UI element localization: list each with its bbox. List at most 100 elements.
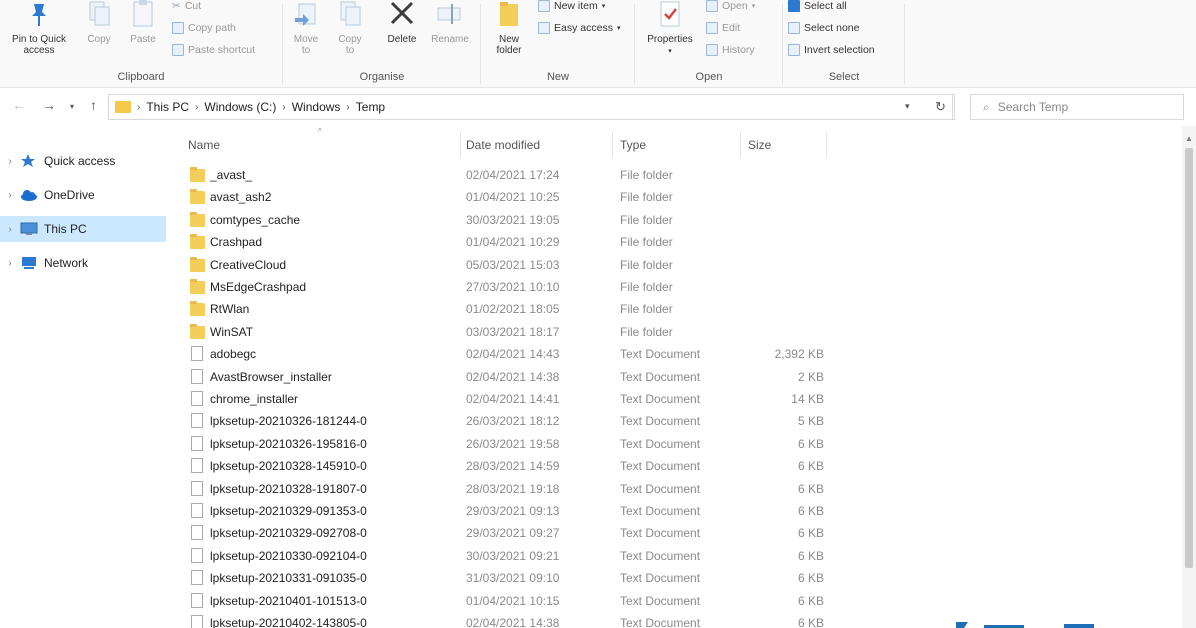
file-row[interactable]: lpksetup-20210331-091035-0 31/03/2021 09:… <box>186 567 826 589</box>
file-row[interactable]: lpksetup-20210330-092104-0 30/03/2021 09:… <box>186 545 826 567</box>
column-header-date-modified[interactable]: Date modified <box>466 138 540 152</box>
breadcrumb-this-pc[interactable]: This PC <box>146 100 189 114</box>
file-type: Text Document <box>620 459 701 474</box>
paste-shortcut-icon <box>172 44 184 56</box>
file-date-modified: 01/04/2021 10:25 <box>466 190 560 205</box>
new-folder-button[interactable]: New folder <box>488 0 530 56</box>
file-row[interactable]: MsEdgeCrashpad 27/03/2021 10:10 File folde… <box>186 276 826 298</box>
paste-button[interactable]: Paste <box>124 0 162 45</box>
file-row[interactable]: lpksetup-20210401-101513-0 01/04/2021 10:… <box>186 590 826 612</box>
pin-to-quick-access-button[interactable]: Pin to Quick access <box>4 0 74 56</box>
delete-button[interactable]: Delete <box>382 0 422 45</box>
search-box[interactable]: ⌕ Search Temp <box>970 94 1184 120</box>
file-type: Text Document <box>620 526 701 541</box>
file-row[interactable]: lpksetup-20210326-195816-0 26/03/2021 19:… <box>186 433 826 455</box>
back-arrow-icon[interactable]: ← <box>12 97 26 113</box>
expand-chevron-icon[interactable]: › <box>0 156 20 167</box>
pin-label-2: access <box>23 45 55 56</box>
address-row: ← → ▾ ↑ › This PC › Windows (C:) › Windo… <box>0 88 1196 126</box>
delete-x-icon <box>382 0 422 30</box>
nav-item-network[interactable]: › Network <box>0 250 166 276</box>
nav-item-onedrive[interactable]: › OneDrive <box>0 182 166 208</box>
breadcrumb-temp[interactable]: Temp <box>356 100 385 114</box>
file-row[interactable]: CreativeCloud 05/03/2021 15:03 File folder <box>186 254 826 276</box>
file-size: 5 KB <box>797 414 824 429</box>
edit-label: Edit <box>722 22 741 34</box>
nav-item-this-pc[interactable]: › This PC <box>0 216 166 242</box>
cloud-icon <box>20 188 38 202</box>
network-icon <box>20 256 38 270</box>
easy-access-button[interactable]: Easy access ▾ <box>538 22 620 34</box>
file-row[interactable]: lpksetup-20210329-091353-0 29/03/2021 09:… <box>186 500 826 522</box>
refresh-button[interactable]: ↻ <box>929 94 953 120</box>
move-to-button[interactable]: Move to <box>288 0 324 56</box>
copy-path-icon <box>172 22 184 34</box>
scroll-up-arrow-icon[interactable]: ▲ <box>1185 134 1193 143</box>
invert-selection-button[interactable]: Invert selection <box>788 44 875 56</box>
rename-button[interactable]: Rename <box>426 0 474 45</box>
history-button[interactable]: History <box>706 44 755 56</box>
file-row[interactable]: AvastBrowser_installer 02/04/2021 14:38 Te… <box>186 366 826 388</box>
file-row[interactable]: lpksetup-20210328-191807-0 28/03/2021 19:… <box>186 478 826 500</box>
text-document-icon <box>191 615 203 628</box>
address-dropdown-chevron-icon[interactable]: ▾ <box>905 101 910 112</box>
expand-chevron-icon[interactable]: › <box>0 258 20 269</box>
new-folder-label-1: New <box>498 34 519 45</box>
vertical-scrollbar[interactable]: ▲ <box>1182 126 1196 628</box>
chevron-right-icon: › <box>282 101 286 113</box>
file-row[interactable]: lpksetup-20210328-145910-0 28/03/2021 14:… <box>186 455 826 477</box>
file-row[interactable]: WinSAT 03/03/2021 18:17 File folder <box>186 321 826 343</box>
paste-shortcut-label: Paste shortcut <box>188 44 256 56</box>
search-placeholder: Search Temp <box>997 100 1069 114</box>
paste-shortcut-button[interactable]: Paste shortcut <box>172 44 255 56</box>
file-name: lpksetup-20210402-143805-0 <box>210 616 367 628</box>
scrollbar-thumb[interactable] <box>1185 148 1193 568</box>
edit-button[interactable]: Edit <box>706 22 740 34</box>
file-row[interactable]: Crashpad 01/04/2021 10:29 File folder <box>186 231 826 253</box>
file-size: 6 KB <box>797 526 824 541</box>
move-to-label-2: to <box>301 45 311 56</box>
clipboard-group-label: Clipboard <box>117 71 165 83</box>
file-row[interactable]: lpksetup-20210402-143805-0 02/04/2021 14:… <box>186 612 826 628</box>
file-row[interactable]: lpksetup-20210329-092708-0 29/03/2021 09:… <box>186 522 826 544</box>
column-divider[interactable] <box>460 132 461 158</box>
file-row[interactable]: adobegc 02/04/2021 14:43 Text Document 2,39… <box>186 343 826 365</box>
new-item-button[interactable]: New item ▾ <box>538 0 605 12</box>
column-divider[interactable] <box>740 132 741 158</box>
column-divider[interactable] <box>826 132 827 158</box>
copy-to-button[interactable]: Copy to <box>332 0 368 56</box>
column-header-size[interactable]: Size <box>748 138 771 152</box>
address-bar[interactable]: › This PC › Windows (C:) › Windows › Tem… <box>108 94 955 120</box>
file-name: RtWlan <box>210 302 250 317</box>
select-all-button[interactable]: Select all <box>788 0 847 12</box>
copy-path-button[interactable]: Copy path <box>172 22 236 34</box>
recent-locations-chevron-icon[interactable]: ▾ <box>70 102 74 111</box>
breadcrumb-windows[interactable]: Windows <box>292 100 341 114</box>
file-row[interactable]: _avast_ 02/04/2021 17:24 File folder <box>186 164 826 186</box>
open-button[interactable]: Open ▾ <box>706 0 755 12</box>
column-divider[interactable] <box>612 132 613 158</box>
file-row[interactable]: lpksetup-20210326-181244-0 26/03/2021 18:… <box>186 410 826 432</box>
copy-to-label-1: Copy <box>338 34 362 45</box>
file-row[interactable]: comtypes_cache 30/03/2021 19:05 File folde… <box>186 209 826 231</box>
breadcrumb-windows-c[interactable]: Windows (C:) <box>204 100 276 114</box>
text-document-icon <box>191 503 203 518</box>
copy-button[interactable]: Copy <box>82 0 116 45</box>
file-row[interactable]: avast_ash2 01/04/2021 10:25 File folder <box>186 186 826 208</box>
nav-item-quick-access[interactable]: › Quick access <box>0 148 166 174</box>
file-type: Text Document <box>620 347 701 362</box>
file-row[interactable]: RtWlan 01/02/2021 18:05 File folder <box>186 298 826 320</box>
expand-chevron-icon[interactable]: › <box>0 224 20 235</box>
file-size: 6 KB <box>797 571 824 586</box>
file-row[interactable]: chrome_installer 02/04/2021 14:41 Text Doc… <box>186 388 826 410</box>
nav-item-label: Quick access <box>44 154 116 168</box>
select-none-button[interactable]: Select none <box>788 22 859 34</box>
cut-button[interactable]: ✂ Cut <box>172 0 201 12</box>
expand-chevron-icon[interactable]: › <box>0 190 20 201</box>
properties-button[interactable]: Properties ▾ <box>640 0 700 57</box>
up-arrow-icon[interactable]: ↑ <box>90 97 97 113</box>
column-header-name[interactable]: Name <box>188 138 220 152</box>
file-name: chrome_installer <box>210 392 299 406</box>
forward-arrow-icon[interactable]: → <box>42 97 56 113</box>
column-header-type[interactable]: Type <box>620 138 646 152</box>
